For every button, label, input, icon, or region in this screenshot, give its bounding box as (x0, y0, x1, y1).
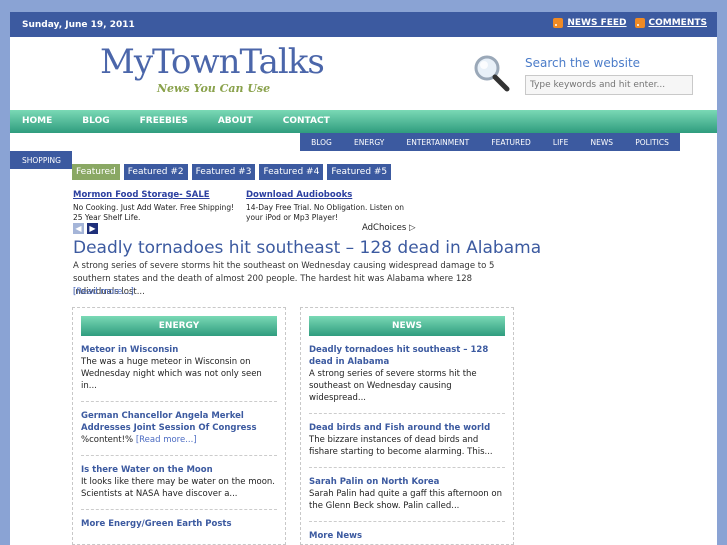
ad-text: No Cooking. Just Add Water. Free Shippin… (73, 203, 235, 222)
more-energy-link[interactable]: More Energy/Green Earth Posts (81, 519, 277, 529)
next-arrow-icon[interactable]: ▶ (87, 223, 98, 234)
site-logo[interactable]: MyTownTalks (100, 42, 325, 82)
rss-icon (553, 18, 564, 28)
comments-feed-link[interactable]: COMMENTS (634, 18, 707, 28)
ad-unit-1: Mormon Food Storage- SALE No Cooking. Ju… (73, 190, 243, 223)
list-item: German Chancellor Angela Merkel Addresse… (81, 402, 277, 456)
news-box-header: NEWS (309, 316, 505, 336)
nav-about[interactable]: ABOUT (218, 110, 253, 133)
category-entertainment[interactable]: ENTERTAINMENT (407, 138, 470, 147)
news-feed-label: NEWS FEED (567, 18, 627, 28)
category-life[interactable]: LIFE (553, 138, 568, 147)
nav-freebies[interactable]: FREEBIES (140, 110, 188, 133)
post-title[interactable]: Is there Water on the Moon (81, 464, 277, 476)
featured-tab-1[interactable]: Featured (72, 164, 120, 180)
news-box: NEWS Deadly tornadoes hit southeast – 12… (300, 307, 514, 545)
feature-read-more-link[interactable]: [Read more...] (73, 287, 134, 297)
nav-home[interactable]: HOME (22, 110, 52, 133)
ad-title[interactable]: Download Audiobooks (246, 190, 416, 200)
top-bar: Sunday, June 19, 2011 NEWS FEED COMMENTS (10, 12, 717, 37)
rss-icon (634, 18, 645, 28)
ad-unit-2: Download Audiobooks 14-Day Free Trial. N… (246, 190, 416, 223)
energy-box-header: ENERGY (81, 316, 277, 336)
list-item: Deadly tornadoes hit southeast – 128 dea… (309, 336, 505, 414)
search-input[interactable] (525, 75, 693, 95)
site-tagline: News You Can Use (157, 82, 271, 95)
list-item: Sarah Palin on North Korea Sarah Palin h… (309, 468, 505, 522)
excerpt-text: The was a huge meteor in Wisconsin on We… (81, 357, 262, 391)
category-nav: BLOG ENERGY ENTERTAINMENT FEATURED LIFE … (300, 133, 680, 151)
featured-tab-5[interactable]: Featured #5 (327, 164, 392, 180)
current-date: Sunday, June 19, 2011 (22, 20, 135, 30)
read-more-link[interactable]: [Read more...] (136, 435, 197, 445)
featured-tabs: Featured Featured #2 Featured #3 Feature… (72, 164, 392, 180)
list-item: Is there Water on the Moon It looks like… (81, 456, 277, 510)
post-title[interactable]: German Chancellor Angela Merkel Addresse… (81, 410, 277, 434)
post-title[interactable]: Meteor in Wisconsin (81, 344, 277, 356)
feature-headline[interactable]: Deadly tornadoes hit southeast – 128 dea… (73, 238, 541, 258)
prev-arrow-icon[interactable]: ◀ (73, 223, 84, 234)
category-energy[interactable]: ENERGY (354, 138, 384, 147)
featured-tab-2[interactable]: Featured #2 (123, 164, 188, 180)
comments-label: COMMENTS (648, 18, 707, 28)
featured-tab-4[interactable]: Featured #4 (259, 164, 324, 180)
post-excerpt: The was a huge meteor in Wisconsin on We… (81, 356, 277, 392)
post-title[interactable]: Sarah Palin on North Korea (309, 476, 505, 488)
featured-tab-3[interactable]: Featured #3 (191, 164, 256, 180)
nav-contact[interactable]: CONTACT (283, 110, 330, 133)
excerpt-text: It looks like there may be water on the … (81, 477, 275, 499)
ad-pager: ◀ ▶ (73, 223, 98, 234)
post-excerpt: The bizzare instances of dead birds and … (309, 435, 493, 457)
category-featured[interactable]: FEATURED (491, 138, 530, 147)
category-politics[interactable]: POLITICS (635, 138, 669, 147)
post-excerpt: Sarah Palin had quite a gaff this aftern… (309, 489, 502, 511)
list-item: Meteor in Wisconsin The was a huge meteo… (81, 336, 277, 402)
news-feed-link[interactable]: NEWS FEED (553, 18, 627, 28)
post-excerpt: %content!% [Read more...] (81, 434, 277, 446)
post-title[interactable]: Dead birds and Fish around the world (309, 422, 505, 434)
post-excerpt: A strong series of severe storms hit the… (309, 369, 477, 403)
category-blog[interactable]: BLOG (311, 138, 332, 147)
list-item: Dead birds and Fish around the world The… (309, 414, 505, 468)
ad-title[interactable]: Mormon Food Storage- SALE (73, 190, 243, 200)
magnifier-icon (474, 55, 510, 92)
category-shopping[interactable]: SHOPPING (10, 151, 72, 169)
energy-box: ENERGY Meteor in Wisconsin The was a hug… (72, 307, 286, 545)
more-news-link[interactable]: More News (309, 531, 505, 541)
ad-text: 14-Day Free Trial. No Obligation. Listen… (246, 203, 404, 222)
adchoices-link[interactable]: AdChoices ▷ (362, 223, 416, 233)
search-title: Search the website (525, 56, 641, 70)
post-title[interactable]: Deadly tornadoes hit southeast – 128 dea… (309, 344, 505, 368)
nav-blog[interactable]: BLOG (82, 110, 109, 133)
category-news[interactable]: NEWS (591, 138, 614, 147)
excerpt-text: %content!% (81, 435, 136, 445)
post-excerpt: It looks like there may be water on the … (81, 476, 277, 500)
feature-summary: A strong series of severe storms hit the… (73, 261, 495, 297)
main-nav: HOME BLOG FREEBIES ABOUT CONTACT (10, 110, 717, 133)
